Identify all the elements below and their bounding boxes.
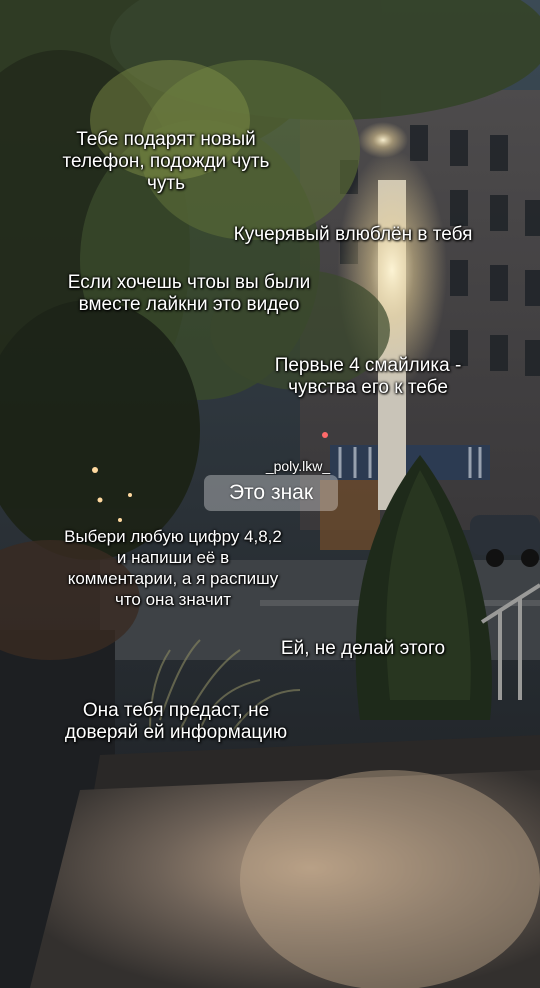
sign-label: Это знак xyxy=(204,475,338,511)
caption-betrayal: Она тебя предаст, не доверяй ей информац… xyxy=(64,700,288,743)
caption-phone-gift: Тебе подарят новый телефон, подожди чуть… xyxy=(62,129,270,194)
caption-curly-in-love: Кучерявый влюблён в тебя xyxy=(233,224,473,245)
caption-first-emojis: Первые 4 смайлика - чувства его к тебе xyxy=(274,355,462,398)
caption-dont-do-this: Ей, не делай этого xyxy=(280,638,446,659)
video-frame: Тебе подарят новый телефон, подожди чуть… xyxy=(0,0,540,988)
username-watermark: _poly.lkw_ xyxy=(265,458,331,474)
caption-pick-number: Выбери любую цифру 4,8,2 и напиши её в к… xyxy=(64,527,282,609)
caption-like-video: Если хочешь чтоы вы были вместе лайкни э… xyxy=(67,272,311,315)
